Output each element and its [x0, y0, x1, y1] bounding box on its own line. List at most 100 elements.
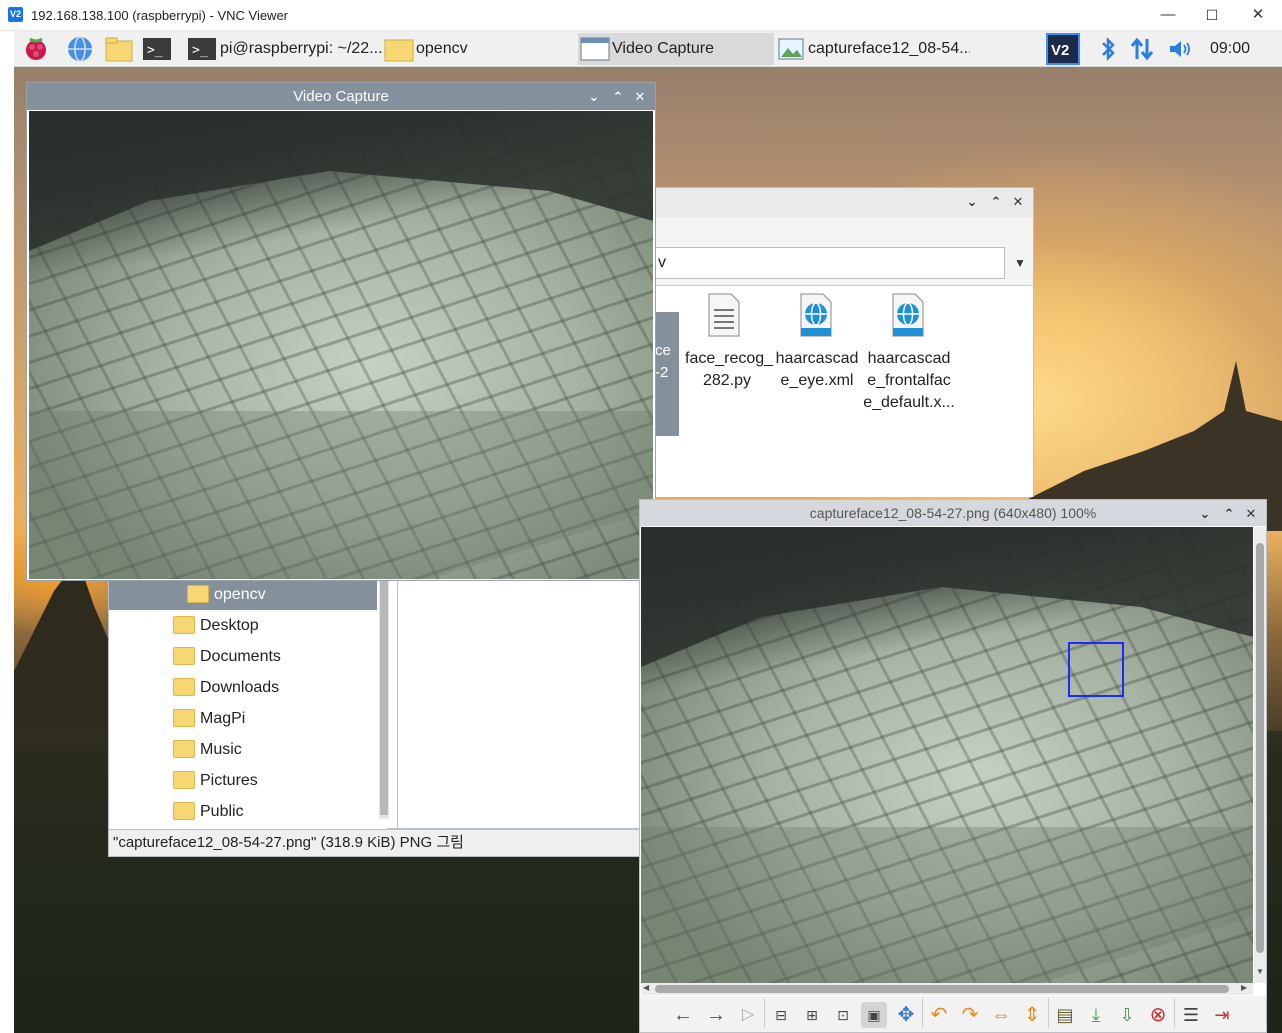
folder-icon — [173, 709, 195, 727]
terminal-launcher-icon[interactable]: >_ — [142, 35, 171, 63]
fm-file-item-selected[interactable]: ce -2 — [655, 312, 679, 436]
fm-maximize-button[interactable]: ⌃ — [985, 188, 1007, 215]
fm-lower-pane: opencv Desktop Documents Downloads MagPi… — [108, 579, 640, 829]
xml-file-icon — [892, 293, 924, 337]
vc-maximize-button[interactable]: ⌃ — [607, 83, 629, 110]
vnc-titlebar: V2 192.168.138.100 (raspberrypi) - VNC V… — [0, 0, 1282, 31]
fm-file-label: face_recog_ 282.py — [685, 350, 774, 389]
tree-item-pictures[interactable]: Pictures — [109, 765, 377, 796]
music-folder-icon — [173, 740, 195, 758]
vc-minimize-button[interactable]: ⌄ — [583, 83, 605, 110]
pane-divider[interactable] — [397, 579, 398, 829]
video-capture-title: Video Capture — [293, 88, 389, 105]
downloads-folder-icon — [173, 678, 195, 696]
video-capture-titlebar: Video Capture ⌄ ⌃ ✕ — [27, 83, 655, 110]
fm-close-button[interactable]: ✕ — [1007, 188, 1029, 215]
zoom-out-icon[interactable]: ⊟ — [768, 1002, 794, 1028]
vc-close-button[interactable]: ✕ — [629, 83, 651, 110]
task-video-capture[interactable]: Video Capture — [578, 33, 774, 65]
python-file-icon — [708, 293, 740, 337]
iv-vertical-scrollbar[interactable]: ▼ — [1254, 527, 1266, 983]
web-browser-icon[interactable] — [66, 35, 94, 63]
window-icon — [580, 36, 610, 62]
rotate-left-icon[interactable]: ↶ — [926, 1002, 952, 1028]
taskbar-panel: >_ >_ pi@raspberrypi: ~/22... opencv Vid… — [14, 31, 1282, 67]
fit-window-icon[interactable]: ⊡ — [830, 1002, 856, 1028]
exit-icon[interactable]: ⇥ — [1209, 1002, 1235, 1028]
zoom-in-icon[interactable]: ⊞ — [799, 1002, 825, 1028]
keyboard-photo — [29, 111, 653, 579]
bluetooth-icon[interactable] — [1094, 35, 1122, 63]
iv-close-button[interactable]: ✕ — [1240, 500, 1262, 527]
pictures-folder-icon — [173, 771, 195, 789]
fm-minimize-button[interactable]: ⌄ — [961, 188, 983, 215]
folder-icon — [384, 36, 414, 62]
keyboard-photo — [641, 527, 1253, 983]
video-capture-window: Video Capture ⌄ ⌃ ✕ — [26, 82, 656, 581]
vnc-maximize-button[interactable]: ☐ — [1201, 4, 1223, 26]
folder-icon — [187, 585, 209, 603]
vnc-icon[interactable]: V2 — [1046, 33, 1080, 65]
original-size-icon[interactable]: ▣ — [861, 1002, 887, 1028]
toolbar-separator — [1048, 998, 1049, 1028]
tree-item-music[interactable]: Music — [109, 734, 377, 765]
tree-scrollbar[interactable] — [379, 579, 389, 819]
fm-status-bar: "captureface12_08-54-27.png" (318.9 KiB)… — [108, 829, 640, 857]
task-opencv-folder[interactable]: opencv — [382, 33, 578, 65]
previous-arrow-icon[interactable]: ← — [670, 1002, 696, 1028]
clock[interactable]: 09:00 — [1210, 33, 1250, 65]
documents-folder-icon — [173, 647, 195, 665]
vnc-logo-icon: V2 — [8, 7, 23, 22]
svg-text:>_: >_ — [192, 43, 208, 58]
preferences-icon[interactable]: ☰ — [1178, 1002, 1204, 1028]
delete-icon[interactable]: ⊗ — [1145, 1002, 1171, 1028]
tree-item-opencv[interactable]: opencv — [109, 579, 377, 610]
flip-vertical-icon[interactable]: ⇕ — [1019, 1002, 1045, 1028]
iv-minimize-button[interactable]: ⌄ — [1194, 500, 1216, 527]
flip-horizontal-icon[interactable]: ⇔ — [988, 1002, 1014, 1028]
svg-text:V2: V2 — [1051, 42, 1069, 59]
fm-path-input[interactable]: v — [655, 247, 1005, 279]
save-as-icon[interactable]: ⇩ — [1114, 1002, 1140, 1028]
next-arrow-icon[interactable]: → — [703, 1002, 729, 1028]
camera-feed-image — [29, 111, 653, 579]
volume-icon[interactable] — [1166, 35, 1194, 63]
terminal-icon: >_ — [188, 36, 216, 62]
fm-icon-view: ce -2 face_recog_ 282.py haarcascad e_ey… — [655, 285, 1033, 497]
fm-path-dropdown-icon[interactable]: ▼ — [1007, 247, 1033, 279]
xml-file-icon — [800, 293, 832, 337]
face-detection-box — [1068, 642, 1124, 697]
vnc-minimize-button[interactable]: — — [1157, 4, 1179, 26]
task-image-viewer[interactable]: captureface12_08-54... — [774, 33, 970, 65]
open-file-icon[interactable]: ▤ — [1052, 1002, 1078, 1028]
file-manager-launcher-icon[interactable] — [104, 35, 133, 63]
toolbar-separator — [1174, 998, 1175, 1028]
fm-directory-tree: opencv Desktop Documents Downloads MagPi… — [109, 579, 387, 829]
fm-main-area: v ▼ ce -2 face_recog_ 282.py haarcascad … — [654, 217, 1034, 497]
vnc-window-title: 192.168.138.100 (raspberrypi) - VNC View… — [31, 8, 289, 23]
iv-maximize-button[interactable]: ⌃ — [1218, 500, 1240, 527]
tree-item-downloads[interactable]: Downloads — [109, 672, 377, 703]
fm-file-item[interactable]: haarcascad e_frontalfac e_default.x... — [863, 292, 955, 412]
slideshow-play-icon[interactable]: ▷ — [735, 1002, 761, 1028]
fm-file-item[interactable]: face_recog_ 282.py — [685, 292, 774, 412]
rotate-right-icon[interactable]: ↷ — [957, 1002, 983, 1028]
svg-text:>_: >_ — [147, 43, 163, 58]
vnc-close-button[interactable]: ✕ — [1247, 4, 1269, 26]
save-icon[interactable]: ⤓ — [1083, 1002, 1109, 1028]
toolbar-separator — [764, 998, 765, 1028]
tree-item-magpi[interactable]: MagPi — [109, 703, 377, 734]
tree-item-desktop[interactable]: Desktop — [109, 610, 377, 641]
network-icon[interactable] — [1128, 35, 1156, 63]
task-image-viewer-label: captureface12_08-54... — [808, 40, 970, 57]
fm-file-item[interactable]: haarcascad e_eye.xml — [773, 292, 861, 412]
task-terminal[interactable]: >_ pi@raspberrypi: ~/22... — [186, 33, 382, 65]
tree-item-documents[interactable]: Documents — [109, 641, 377, 672]
raspberry-menu-icon[interactable] — [22, 35, 50, 63]
iv-horizontal-scrollbar[interactable]: ▶ ◀ — [641, 983, 1253, 995]
desktop-folder-icon — [173, 616, 195, 634]
tree-item-public[interactable]: Public — [109, 796, 377, 827]
image-icon — [776, 36, 804, 62]
image-viewer-window: captureface12_08-54-27.png (640x480) 100… — [639, 499, 1267, 1033]
fullscreen-icon[interactable]: ✥ — [893, 1002, 919, 1028]
